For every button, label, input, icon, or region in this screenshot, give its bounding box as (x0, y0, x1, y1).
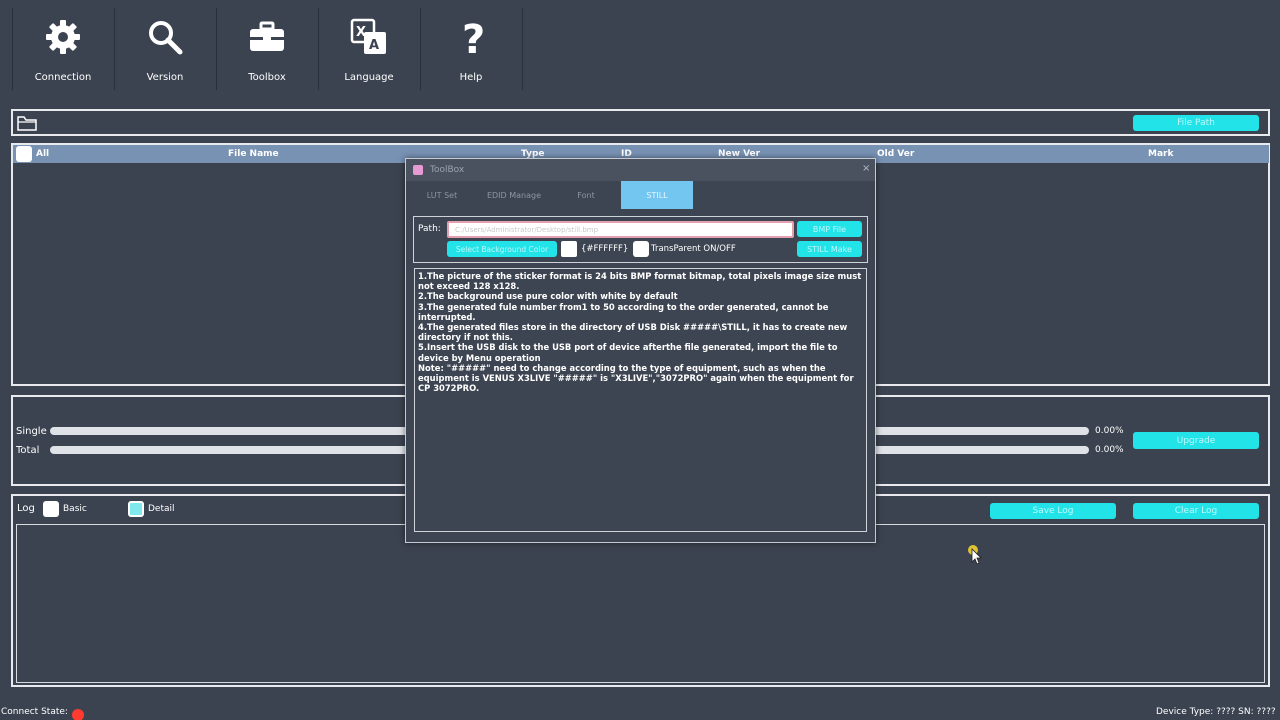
svg-text:X: X (356, 25, 366, 40)
clear-log-button[interactable]: Clear Log (1133, 503, 1259, 519)
still-make-button[interactable]: STILL Make (797, 241, 862, 257)
version-label: Version (146, 72, 184, 83)
app-icon (413, 165, 423, 175)
save-log-button[interactable]: Save Log (990, 503, 1116, 519)
col-file-name: File Name (228, 149, 279, 159)
search-icon (145, 8, 185, 66)
close-icon[interactable]: × (862, 163, 870, 174)
connect-status-indicator (72, 709, 84, 720)
select-background-color-button[interactable]: Select Background Color (447, 241, 557, 257)
tab-still[interactable]: STILL (621, 181, 693, 209)
total-percent: 0.00% (1095, 445, 1124, 455)
path-input[interactable]: C:/Users/Administrator/Desktop/still.bmp (447, 221, 794, 238)
total-label: Total (16, 445, 40, 456)
file-path-bar: File Path (11, 109, 1270, 136)
log-output[interactable] (16, 524, 1265, 683)
bmp-file-button[interactable]: BMP File (797, 221, 862, 237)
help-icon: ? (451, 8, 491, 66)
col-old-ver: Old Ver (877, 149, 915, 159)
detail-checkbox[interactable] (128, 501, 144, 517)
connect-state-label: Connect State: (1, 707, 68, 717)
toolbox-button[interactable]: Toolbox (216, 8, 318, 96)
help-button[interactable]: ? Help (420, 8, 522, 96)
help-label: Help (459, 72, 483, 83)
svg-text:?: ? (462, 17, 485, 57)
col-mark: Mark (1148, 149, 1174, 159)
basic-checkbox[interactable] (43, 501, 59, 517)
file-path-button[interactable]: File Path (1133, 115, 1259, 131)
upgrade-button[interactable]: Upgrade (1133, 432, 1259, 449)
dialog-title: ToolBox (430, 165, 465, 175)
single-percent: 0.00% (1095, 426, 1124, 436)
log-label: Log (17, 503, 35, 514)
single-label: Single (16, 426, 47, 437)
translate-icon: X A (349, 8, 389, 66)
color-swatch[interactable] (561, 241, 577, 257)
language-label: Language (344, 72, 394, 83)
svg-text:A: A (369, 38, 379, 53)
toolbox-label: Toolbox (248, 72, 286, 83)
connection-label: Connection (34, 72, 92, 83)
detail-label: Detail (148, 504, 175, 514)
select-all-checkbox[interactable] (16, 146, 32, 162)
basic-label: Basic (63, 504, 87, 514)
tab-edid-manage[interactable]: EDID Manage (478, 181, 550, 209)
still-instructions: 1.The picture of the sticker format is 2… (414, 268, 867, 532)
tab-lut-set[interactable]: LUT Set (406, 181, 478, 209)
dialog-tabbar: LUT Set EDID Manage Font STILL (406, 181, 875, 209)
mouse-cursor-icon (968, 545, 984, 569)
color-value: {#FFFFFF} (581, 244, 629, 254)
version-button[interactable]: Version (114, 8, 216, 96)
top-toolbar: Connection Version Toolbox X A Language … (0, 0, 1280, 100)
tab-font[interactable]: Font (550, 181, 622, 209)
toolbar-divider (522, 8, 523, 90)
path-label: Path: (418, 224, 441, 234)
transparent-checkbox[interactable] (633, 241, 649, 257)
folder-icon[interactable] (17, 115, 37, 135)
toolbox-icon (247, 8, 287, 66)
transparent-label: TransParent ON/OFF (651, 244, 736, 254)
gear-icon (43, 8, 83, 66)
connection-button[interactable]: Connection (12, 8, 114, 96)
col-all: All (36, 149, 50, 159)
language-button[interactable]: X A Language (318, 8, 420, 96)
dialog-titlebar: ToolBox × (406, 159, 875, 181)
device-info: Device Type: ???? SN: ???? (1156, 707, 1276, 717)
